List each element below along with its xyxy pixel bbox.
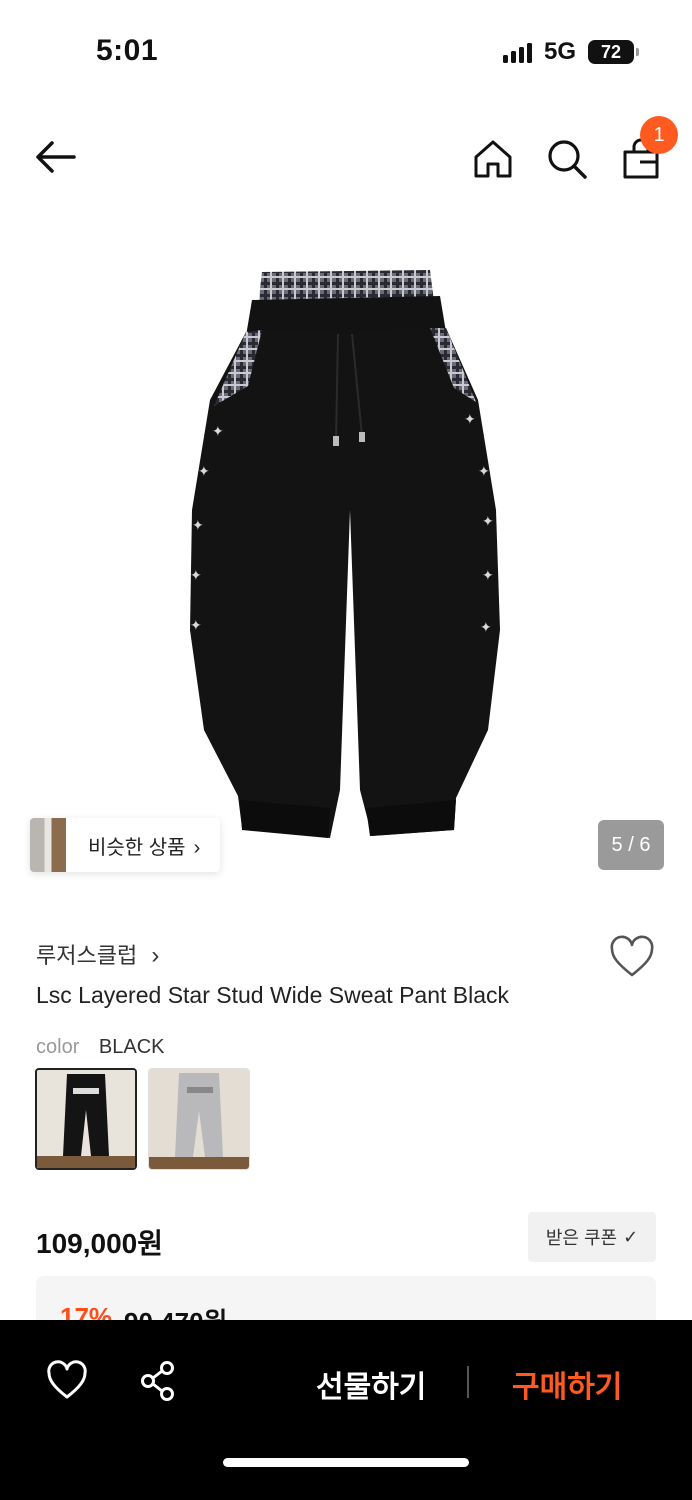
- back-button[interactable]: [30, 132, 80, 182]
- bottom-action-bar: 선물하기 구매하기: [0, 1320, 692, 1500]
- brand-name: 루저스클럽: [36, 943, 138, 968]
- home-icon: [474, 140, 512, 178]
- heart-icon: [610, 935, 654, 977]
- top-nav: [0, 110, 692, 200]
- svg-text:✦: ✦: [480, 619, 492, 635]
- similar-products-button[interactable]: 비슷한 상품 ›: [30, 818, 221, 872]
- divider: [467, 1366, 469, 1398]
- share-button[interactable]: [136, 1358, 182, 1404]
- color-label: color: [36, 1036, 80, 1058]
- color-swatch-black[interactable]: [35, 1068, 137, 1170]
- sweatpants-image: ✦ ✦ ✦ ✦ ✦ ✦ ✦ ✦ ✦ ✦: [190, 270, 500, 838]
- svg-text:✦: ✦: [190, 567, 202, 583]
- color-value: BLACK: [98, 1036, 165, 1058]
- svg-text:✦: ✦: [198, 463, 210, 479]
- share-icon: [141, 1361, 174, 1401]
- chevron-right-icon: ›: [193, 836, 201, 859]
- svg-text:✦: ✦: [190, 617, 202, 633]
- svg-text:✦: ✦: [482, 567, 494, 583]
- checkmark-icon: ✓: [623, 1226, 639, 1247]
- product-title: Lsc Layered Star Stud Wide Sweat Pant Bl…: [36, 982, 510, 1008]
- product-image[interactable]: ✦ ✦ ✦ ✦ ✦ ✦ ✦ ✦ ✦ ✦: [0, 210, 692, 900]
- gift-button[interactable]: 선물하기: [316, 1362, 426, 1406]
- status-indicators: 5G 72: [502, 38, 639, 66]
- search-icon: [548, 140, 587, 179]
- svg-text:✦: ✦: [192, 517, 204, 533]
- search-button[interactable]: [544, 136, 590, 182]
- coupon-label: 받은 쿠폰: [545, 1228, 618, 1248]
- chevron-right-icon: ›: [151, 942, 160, 969]
- status-time: 5:01: [96, 34, 159, 67]
- swatch-black-image: [37, 1070, 135, 1168]
- svg-text:✦: ✦: [478, 463, 490, 479]
- bottom-wishlist-button[interactable]: [44, 1358, 90, 1404]
- similar-text: 비슷한 상품: [88, 836, 186, 859]
- similar-products-label: 비슷한 상품 ›: [66, 831, 220, 860]
- color-option-row: color BLACK: [36, 1036, 165, 1059]
- similar-thumbnail: [30, 818, 66, 872]
- status-bar: 5:01 5G 72: [0, 0, 692, 100]
- coupon-button[interactable]: 받은 쿠폰 ✓: [528, 1212, 656, 1262]
- cart-count-badge: 1: [640, 116, 678, 154]
- color-swatch-gray[interactable]: [148, 1068, 250, 1170]
- price: 109,000원: [36, 1228, 163, 1259]
- heart-icon: [47, 1360, 87, 1399]
- wishlist-button[interactable]: [608, 934, 656, 982]
- brand-link[interactable]: 루저스클럽 ›: [36, 938, 159, 970]
- svg-text:✦: ✦: [482, 513, 494, 529]
- back-arrow-icon: [36, 141, 76, 173]
- signal-icon: [502, 41, 532, 63]
- battery-level: 72: [600, 41, 622, 62]
- battery-icon: 72: [588, 40, 639, 64]
- buy-button[interactable]: 구매하기: [512, 1362, 622, 1406]
- image-page-indicator: 5 / 6: [598, 820, 664, 870]
- svg-text:✦: ✦: [464, 411, 476, 427]
- svg-text:✦: ✦: [212, 423, 224, 439]
- home-indicator[interactable]: [223, 1458, 469, 1467]
- swatch-gray-image: [149, 1069, 249, 1169]
- network-type: 5G: [543, 38, 576, 65]
- home-button[interactable]: [470, 136, 516, 182]
